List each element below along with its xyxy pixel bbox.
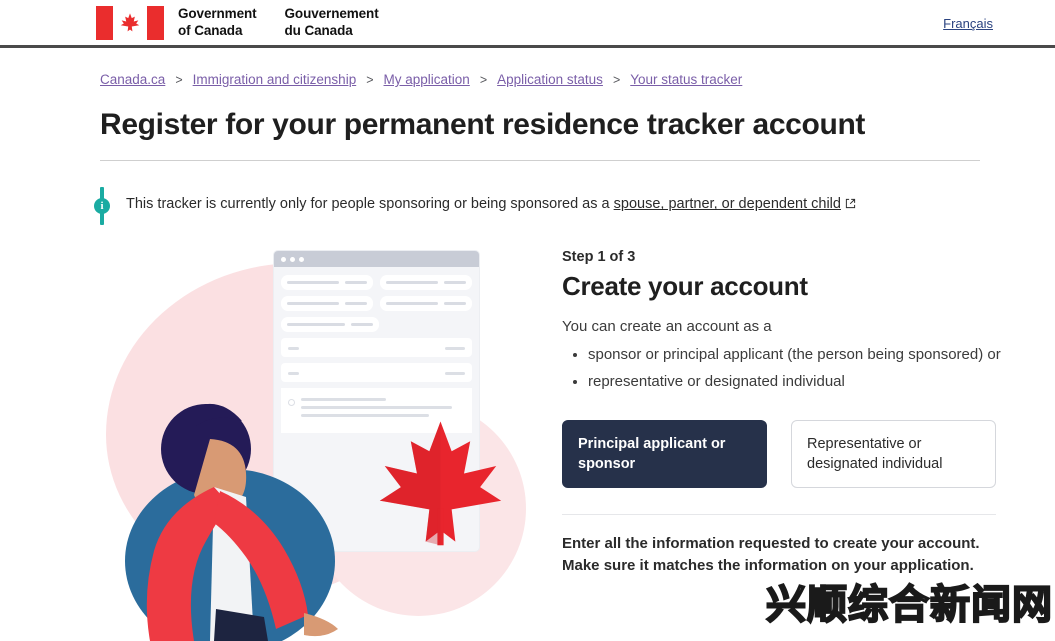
person-illustration bbox=[125, 404, 338, 641]
site-header: Government of Canada Gouvernement du Can… bbox=[0, 0, 1055, 48]
instructions-text: Enter all the information requested to c… bbox=[562, 534, 980, 575]
language-toggle-link[interactable]: Français bbox=[943, 16, 993, 31]
step-indicator: Step 1 of 3 bbox=[562, 249, 636, 266]
mockup-chip bbox=[380, 296, 472, 312]
wordmark-fr-line2: du Canada bbox=[284, 22, 353, 38]
mockup-card bbox=[281, 363, 472, 383]
window-dot bbox=[290, 256, 295, 262]
breadcrumb-item-canada-ca[interactable]: Canada.ca bbox=[100, 72, 165, 87]
mockup-chip bbox=[281, 275, 373, 291]
wordmark: Government of Canada Gouvernement du Can… bbox=[178, 6, 407, 40]
section-divider bbox=[562, 513, 996, 515]
mockup-chip bbox=[380, 275, 472, 291]
breadcrumb-item-immigration-and-citizenship[interactable]: Immigration and citizenship bbox=[193, 72, 357, 87]
mockup-title-bar bbox=[274, 251, 479, 268]
breadcrumb: Canada.ca > Immigration and citizenship … bbox=[100, 72, 1055, 87]
choice-representative-or-designated-individual[interactable]: Representative or designated individual bbox=[791, 419, 996, 488]
wordmark-en-line1: Government bbox=[178, 5, 257, 21]
wordmark-fr-line1: Gouvernement bbox=[284, 5, 379, 21]
breadcrumb-item-my-application[interactable]: My application bbox=[384, 72, 470, 87]
info-circle-icon: i bbox=[94, 198, 110, 215]
maple-leaf-illustration bbox=[379, 421, 502, 546]
wordmark-en-line2: of Canada bbox=[178, 22, 243, 38]
mockup-chip-row bbox=[281, 296, 472, 312]
breadcrumb-item-your-status-tracker[interactable]: Your status tracker bbox=[630, 72, 742, 87]
list-item: sponsor or principal applicant (the pers… bbox=[588, 343, 1012, 367]
mockup-chip-row bbox=[281, 275, 472, 291]
page-title: Register for your permanent residence tr… bbox=[100, 108, 866, 141]
notice-text: This tracker is currently only for peopl… bbox=[126, 187, 856, 216]
breadcrumb-separator: > bbox=[612, 72, 621, 87]
canada-flag-icon bbox=[96, 5, 164, 40]
breadcrumb-separator: > bbox=[479, 72, 488, 87]
external-link-icon bbox=[845, 199, 856, 209]
info-notice: i This tracker is currently only for peo… bbox=[94, 187, 960, 226]
main-content: Step 1 of 3 Create your account You can … bbox=[0, 241, 1055, 641]
lead-text: You can create an account as a bbox=[562, 318, 772, 336]
person-with-form-and-maple-leaf-illustration bbox=[96, 241, 536, 641]
notice-accent-bar: i bbox=[94, 187, 110, 226]
breadcrumb-item-application-status[interactable]: Application status bbox=[497, 72, 603, 87]
mockup-chip-row bbox=[281, 317, 472, 333]
title-divider bbox=[100, 160, 980, 162]
breadcrumb-separator: > bbox=[175, 72, 183, 87]
flag-bar-right bbox=[147, 5, 164, 40]
window-dot bbox=[299, 256, 304, 262]
account-type-list: sponsor or principal applicant (the pers… bbox=[562, 343, 1012, 394]
notice-external-link[interactable]: spouse, partner, or dependent child bbox=[614, 196, 841, 212]
list-item: representative or designated individual bbox=[588, 370, 1012, 394]
breadcrumb-separator: > bbox=[366, 72, 374, 87]
government-of-canada-brand: Government of Canada Gouvernement du Can… bbox=[96, 5, 407, 40]
flag-bar-left bbox=[96, 5, 113, 40]
account-creation-panel: Step 1 of 3 Create your account You can … bbox=[562, 241, 1012, 641]
mockup-chip bbox=[281, 296, 373, 312]
window-dot bbox=[281, 256, 286, 262]
choice-principal-applicant-or-sponsor[interactable]: Principal applicant or sponsor bbox=[562, 419, 767, 488]
flag-maple-leaf-icon bbox=[120, 12, 140, 31]
mockup-card bbox=[281, 338, 472, 358]
section-title: Create your account bbox=[562, 271, 808, 302]
mockup-chip bbox=[281, 317, 379, 333]
notice-text-lead: This tracker is currently only for peopl… bbox=[126, 196, 614, 213]
account-type-choices: Principal applicant or sponsor Represent… bbox=[562, 419, 1012, 488]
